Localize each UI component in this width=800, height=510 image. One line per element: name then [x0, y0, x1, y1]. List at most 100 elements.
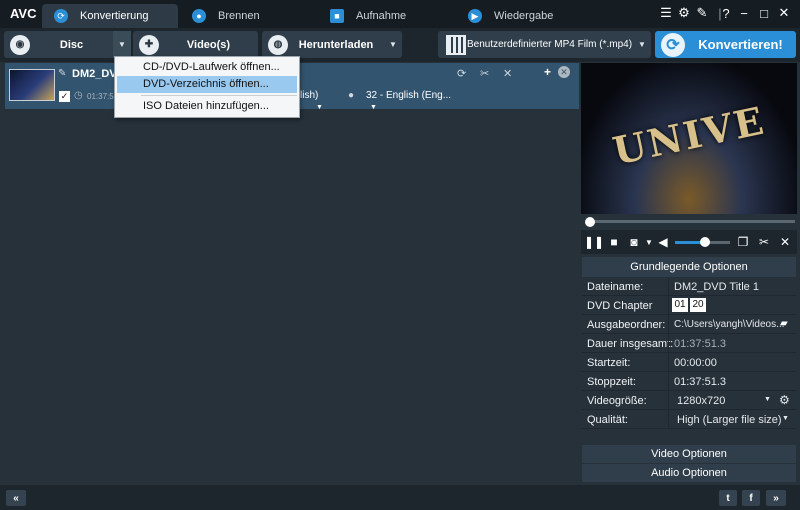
- help-icon[interactable]: ?: [718, 5, 734, 21]
- option-row-output-folder: Ausgabeordner: C:\Users\yangh\Videos... …: [582, 315, 796, 334]
- clock-icon: ◷: [74, 90, 83, 101]
- menu-item-open-drive[interactable]: CD-/DVD-Laufwerk öffnen...: [117, 59, 297, 76]
- seek-handle[interactable]: [585, 217, 595, 227]
- disc-button[interactable]: ◉ Disc ▼: [4, 31, 131, 58]
- chapter-from-input[interactable]: 01: [672, 298, 688, 312]
- video-size-select[interactable]: 1280x720: [677, 395, 725, 407]
- copy-icon[interactable]: ❐: [735, 234, 751, 250]
- disc-label: Disc: [59, 38, 84, 51]
- subtitle-label: 32 - English (Eng...: [366, 90, 452, 101]
- cut-icon[interactable]: ✂: [756, 234, 772, 250]
- tab-konvertierung[interactable]: ⟳ Konvertierung: [42, 4, 178, 28]
- chevron-down-icon[interactable]: ▼: [113, 31, 131, 58]
- videos-label: Video(s): [186, 38, 231, 51]
- quality-select[interactable]: High (Larger file size): [677, 414, 782, 426]
- video-thumbnail: [9, 69, 55, 101]
- gear-icon[interactable]: ⚙: [676, 5, 692, 21]
- edit-icon[interactable]: ✎: [58, 68, 66, 79]
- chevron-down-icon[interactable]: ▼: [782, 415, 789, 422]
- option-row-dvd-chapter: DVD Chapter 01 20: [582, 296, 796, 315]
- globe-icon: ◍: [268, 34, 288, 55]
- tab-brennen[interactable]: ● Brennen: [180, 4, 316, 28]
- expand-icon[interactable]: »: [766, 490, 786, 506]
- duration-value: 01:37:51.3: [674, 338, 726, 350]
- film-add-icon: ✚: [139, 34, 159, 55]
- volume-icon[interactable]: ◀: [655, 234, 671, 250]
- snapshot-icon[interactable]: ◙: [626, 234, 642, 250]
- play-icon: ▶: [468, 9, 482, 23]
- wrench-icon[interactable]: ✎: [694, 5, 710, 21]
- video-options-button[interactable]: Video Optionen: [582, 445, 796, 463]
- menu-separator: [141, 95, 297, 96]
- add-icon[interactable]: +: [544, 65, 551, 79]
- pause-icon[interactable]: ❚❚: [584, 234, 604, 250]
- video-preview: UNIVE: [581, 63, 797, 214]
- start-time-value[interactable]: 00:00:00: [674, 357, 717, 369]
- tab-label: Wiedergabe: [494, 10, 554, 22]
- option-row-start-time: Startzeit: 00:00:00: [582, 353, 796, 372]
- file-checkbox[interactable]: ✓: [59, 91, 70, 102]
- chevron-down-icon: ▼: [370, 104, 377, 111]
- profile-label: Benutzerdefinierter MP4 Film (*.mp4): [466, 39, 633, 50]
- refresh-icon: ⟳: [54, 9, 68, 23]
- close-icon[interactable]: ✕: [776, 5, 792, 21]
- tab-label: Konvertierung: [80, 10, 149, 22]
- chapter-to-input[interactable]: 20: [690, 298, 706, 312]
- subtitle-select[interactable]: 32 - English (Eng... ▼: [366, 90, 456, 111]
- app-window: AVC ⟳ Konvertierung ● Brennen ■ Aufnahme…: [0, 0, 800, 510]
- tab-label: Aufnahme: [356, 10, 407, 22]
- option-row-stop-time: Stoppzeit: 01:37:51.3: [582, 372, 796, 391]
- menu-item-add-iso[interactable]: ISO Dateien hinzufügen...: [117, 98, 297, 115]
- add-videos-button[interactable]: ✚ Video(s): [133, 31, 258, 58]
- effects-icon[interactable]: ✕: [503, 67, 512, 80]
- facebook-icon[interactable]: f: [742, 490, 760, 506]
- audio-track-select[interactable]: lish) ▼: [300, 90, 344, 111]
- file-list: [5, 63, 579, 483]
- audio-track-label: lish): [300, 90, 319, 101]
- tab-aufnahme[interactable]: ■ Aufnahme: [318, 4, 454, 28]
- download-button[interactable]: ◍ Herunterladen ▼: [262, 31, 402, 58]
- film-strip-icon: [446, 34, 466, 55]
- collapse-icon[interactable]: «: [6, 490, 26, 506]
- option-row-video-size: Videogröße: 1280x720 ▼ ⚙: [582, 391, 796, 410]
- tab-label: Brennen: [218, 10, 260, 22]
- record-icon: ■: [330, 9, 344, 23]
- folder-icon[interactable]: ▰: [780, 318, 788, 329]
- effects-icon[interactable]: ✕: [777, 234, 793, 250]
- chevron-down-icon[interactable]: ▼: [764, 396, 771, 403]
- minimize-icon[interactable]: −: [736, 5, 752, 21]
- chevron-down-icon: ▼: [316, 104, 323, 111]
- chevron-down-icon: ▼: [638, 40, 646, 49]
- filename-value[interactable]: DM2_DVD Title 1: [674, 281, 759, 293]
- gear-icon[interactable]: ⚙: [779, 393, 790, 407]
- option-label: Ausgabeordner:: [587, 319, 666, 331]
- convert-refresh-icon: ⟳: [661, 32, 685, 57]
- file-duration: 01:37:5: [87, 92, 114, 101]
- maximize-icon[interactable]: □: [756, 5, 772, 21]
- tab-wiedergabe[interactable]: ▶ Wiedergabe: [456, 4, 592, 28]
- option-label: Qualität:: [587, 414, 628, 426]
- audio-options-button[interactable]: Audio Optionen: [582, 464, 796, 482]
- option-label: Dateiname:: [587, 281, 644, 293]
- menu-item-open-folder[interactable]: DVD-Verzeichnis öffnen...: [117, 76, 297, 93]
- remove-icon[interactable]: ✕: [558, 66, 570, 78]
- option-row-quality: Qualität: High (Larger file size) ▼: [582, 410, 796, 429]
- output-profile-select[interactable]: Benutzerdefinierter MP4 Film (*.mp4) ▼: [438, 31, 651, 58]
- option-label: Dauer insgesamt:: [587, 338, 674, 350]
- disc-add-icon: ◉: [10, 34, 30, 55]
- app-logo: AVC: [10, 6, 37, 21]
- twitter-icon[interactable]: t: [719, 490, 737, 506]
- chevron-down-icon[interactable]: ▼: [384, 31, 402, 58]
- refresh-icon[interactable]: ⟳: [457, 67, 466, 80]
- basic-options-header: Grundlegende Optionen: [582, 257, 796, 277]
- seek-track[interactable]: [587, 220, 795, 223]
- subtitle-icon: ●: [348, 90, 355, 101]
- cut-icon[interactable]: ✂: [480, 67, 489, 80]
- output-folder-value[interactable]: C:\Users\yangh\Videos...: [674, 319, 784, 330]
- convert-button[interactable]: ⟳ Konvertieren!: [655, 31, 796, 58]
- stop-icon[interactable]: ■: [606, 234, 622, 250]
- bottom-bar: [0, 485, 800, 510]
- stop-time-value[interactable]: 01:37:51.3: [674, 376, 726, 388]
- menu-icon[interactable]: ☰: [658, 5, 674, 21]
- option-row-duration: Dauer insgesamt: 01:37:51.3: [582, 334, 796, 353]
